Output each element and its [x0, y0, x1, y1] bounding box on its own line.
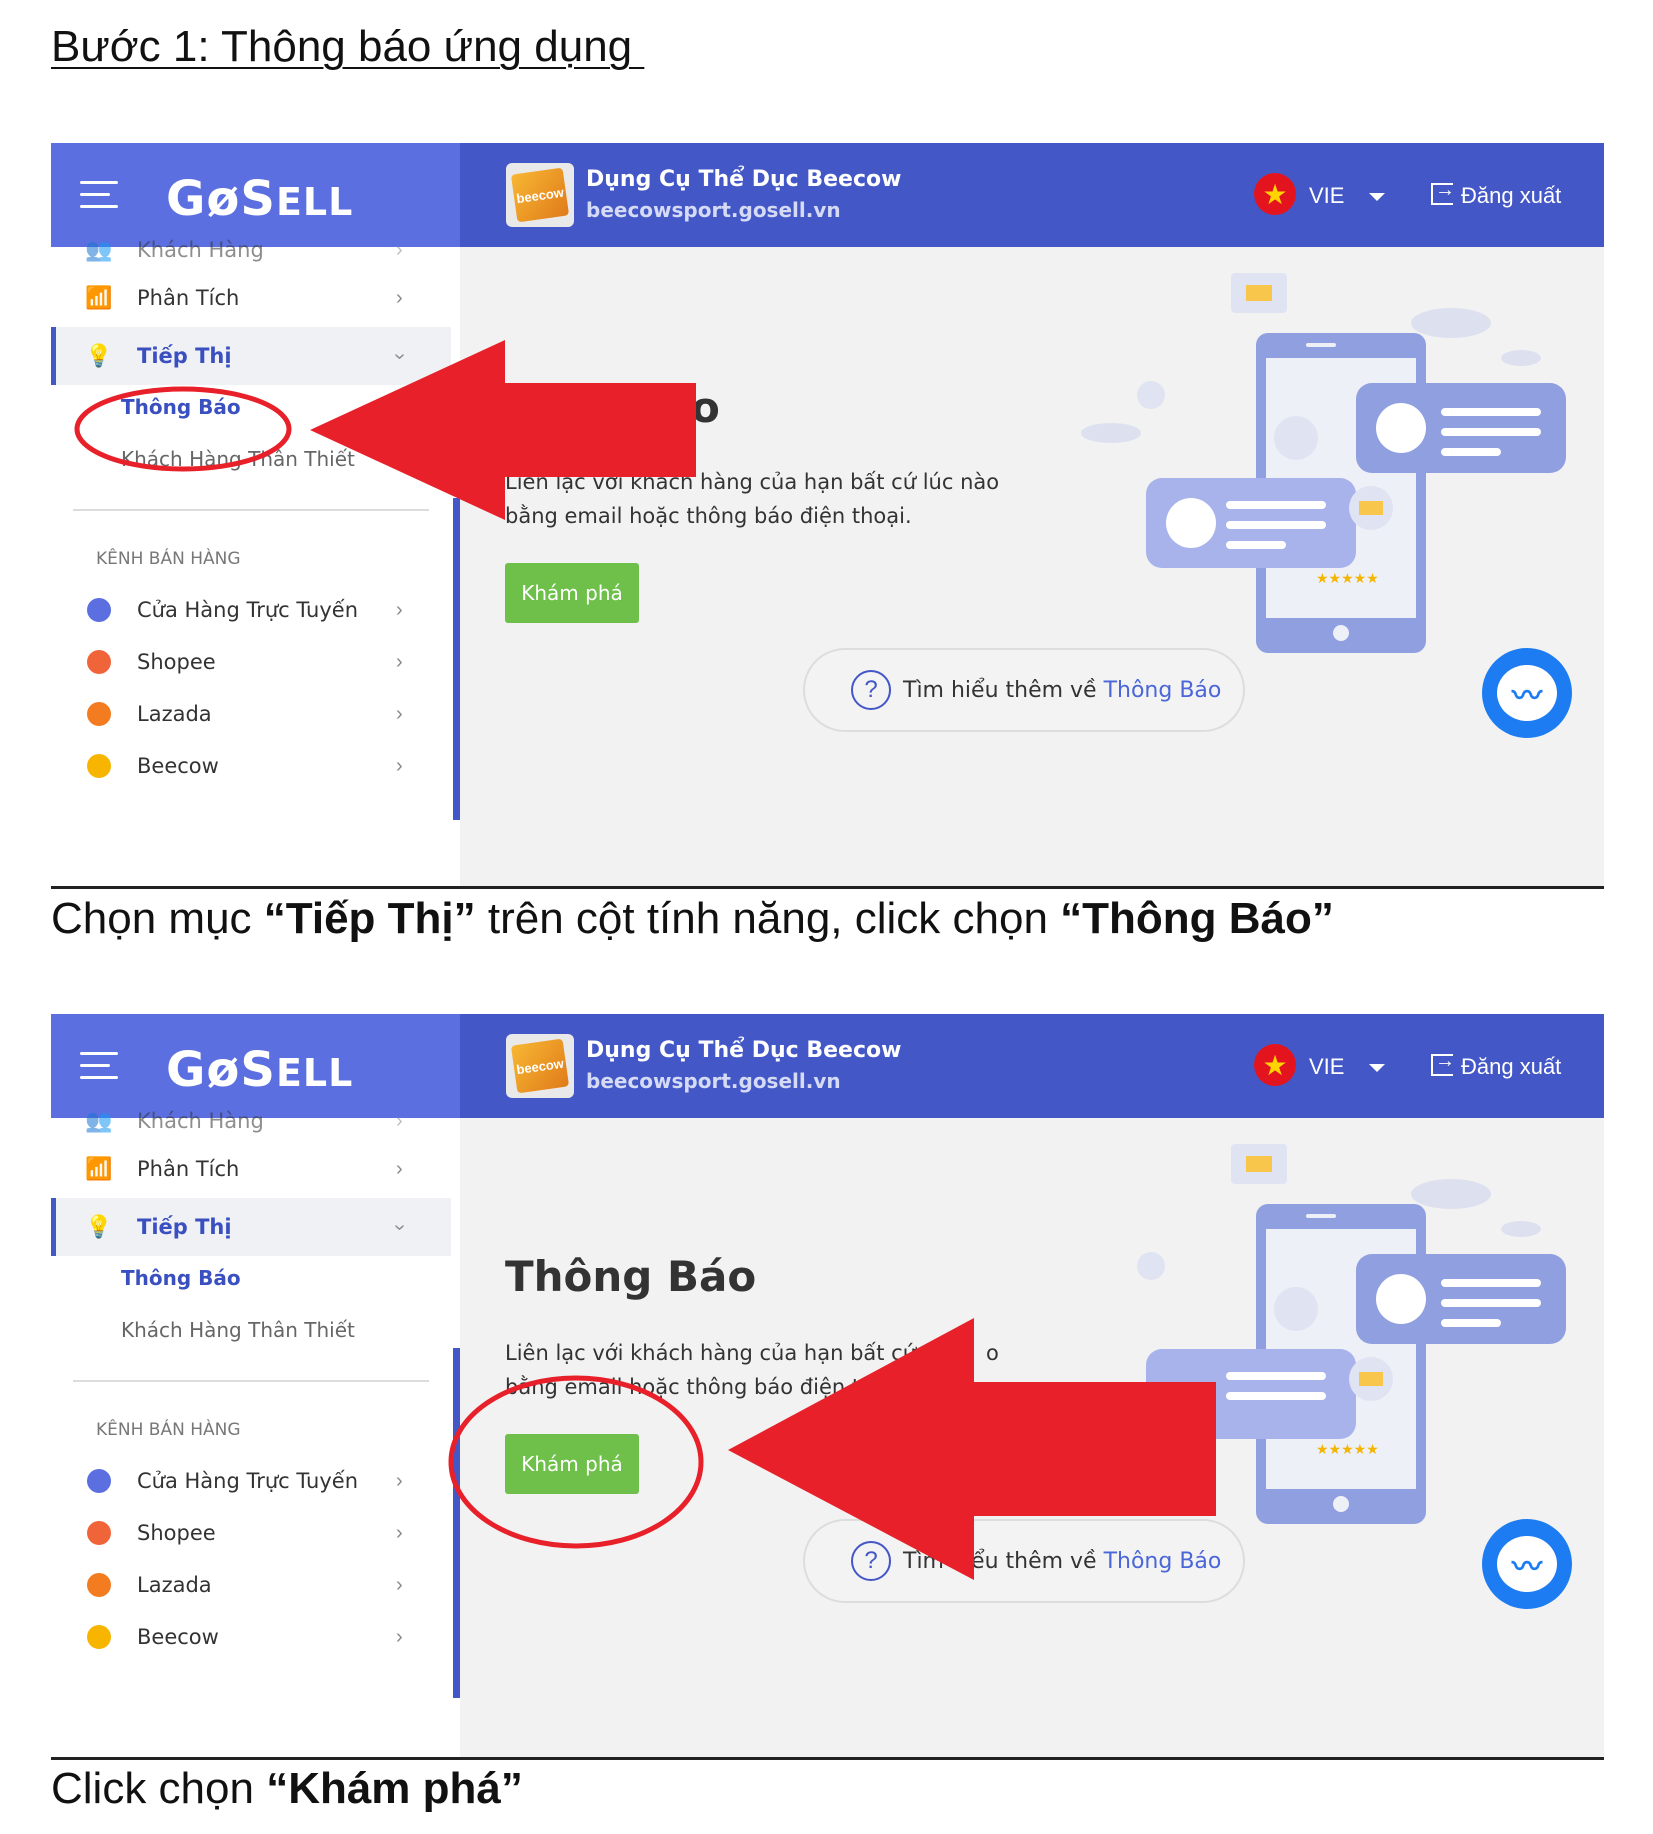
shop-logo: beecow	[506, 163, 574, 227]
chevron-right-icon: ›	[396, 754, 403, 777]
chevron-right-icon: ›	[396, 598, 403, 621]
lightbulb-icon: 💡	[85, 1214, 113, 1239]
chevron-right-icon: ›	[396, 238, 403, 261]
chevron-down-icon: ›	[388, 352, 411, 360]
lazada-icon	[85, 1571, 113, 1599]
shop-url: beecowsport.gosell.vn	[586, 198, 841, 222]
menu-icon[interactable]	[80, 181, 118, 209]
beecow-icon	[85, 752, 113, 780]
sidebar-item-analytics[interactable]: 📶 Phân Tích ›	[51, 269, 451, 327]
shop-logo: beecow	[506, 1034, 574, 1098]
logout-icon[interactable]	[1431, 179, 1455, 205]
vietnam-flag-icon[interactable]: ★	[1254, 173, 1296, 215]
messenger-icon[interactable]: 〰	[1482, 648, 1572, 738]
sidebar-scrollbar[interactable]	[453, 498, 460, 820]
caption-step-2: Click chọn “Khám phá”	[51, 1764, 523, 1813]
language-select[interactable]: VIE	[1309, 183, 1344, 209]
sidebar-item-beecow[interactable]: Beecow ›	[51, 737, 451, 795]
caption-step-1: Chọn mục “Tiếp Thị” trên cột tính năng, …	[51, 894, 1334, 943]
logout-icon[interactable]	[1431, 1050, 1455, 1076]
page-description: Liên lạc với khách hàng của hạn bất cứ o …	[505, 1341, 999, 1399]
explore-button[interactable]: Khám phá	[505, 1434, 639, 1494]
chevron-down-icon: ›	[388, 1223, 411, 1231]
lightbulb-icon: 💡	[85, 343, 113, 368]
shop-url: beecowsport.gosell.vn	[586, 1069, 841, 1093]
chevron-right-icon: ›	[396, 1109, 403, 1132]
page-title: Thông Báo	[505, 1252, 757, 1301]
svg-text:★★★★★: ★★★★★	[1316, 571, 1379, 587]
sidebar-item-shopee[interactable]: Shopee ›	[51, 1504, 451, 1562]
sidebar-divider	[73, 509, 429, 511]
learn-more-pill[interactable]: ? Tìm hiểu thêm về Thông Báo	[803, 1519, 1245, 1603]
vietnam-flag-icon[interactable]: ★	[1254, 1044, 1296, 1086]
chevron-right-icon: ›	[396, 1157, 403, 1180]
page-description: Liên lạc với khách hàng của hạn bất cứ l…	[505, 470, 1000, 528]
caret-down-icon[interactable]	[1369, 193, 1385, 201]
customers-icon: 👥	[85, 1108, 113, 1133]
learn-more-link[interactable]: Thông Báo	[1104, 678, 1222, 703]
logout-button[interactable]: Đăng xuất	[1461, 1054, 1561, 1080]
online-store-icon	[85, 596, 113, 624]
language-select[interactable]: VIE	[1309, 1054, 1344, 1080]
analytics-icon: 📶	[85, 1156, 113, 1181]
sidebar-scrollbar[interactable]	[453, 1348, 460, 1698]
question-icon: ?	[851, 670, 891, 710]
logout-button[interactable]: Đăng xuất	[1461, 183, 1561, 209]
sales-channels-heading: KÊNH BÁN HÀNG	[96, 1420, 241, 1440]
svg-text:★★★★★: ★★★★★	[1316, 1442, 1379, 1458]
sidebar-subitem-loyal-customers[interactable]: Khách Hàng Thân Thiết	[121, 447, 355, 471]
explore-button[interactable]: Khám phá	[505, 563, 639, 623]
sidebar-subitem-notifications[interactable]: Thông Báo	[121, 1266, 241, 1290]
shop-name: Dụng Cụ Thể Dục Beecow	[586, 167, 902, 192]
question-icon: ?	[851, 1541, 891, 1581]
screenshot-step-1: GøSELL beecow Dụng Cụ Thể Dục Beecow bee…	[51, 143, 1604, 889]
shop-name: Dụng Cụ Thể Dục Beecow	[586, 1038, 902, 1063]
chevron-right-icon: ›	[396, 650, 403, 673]
chevron-right-icon: ›	[396, 1573, 403, 1596]
sidebar-subitem-loyal-customers[interactable]: Khách Hàng Thân Thiết	[121, 1318, 355, 1342]
shopee-icon	[85, 648, 113, 676]
sidebar-item-online-store[interactable]: Cửa Hàng Trực Tuyến ›	[51, 581, 451, 639]
gosell-logo: GøSELL	[166, 171, 354, 227]
sidebar-item-marketing[interactable]: 💡 Tiếp Thị ›	[51, 1198, 451, 1256]
page-title-partial: o	[691, 383, 720, 432]
gosell-logo: GøSELL	[166, 1042, 354, 1098]
lazada-icon	[85, 700, 113, 728]
caret-down-icon[interactable]	[1369, 1064, 1385, 1072]
chevron-right-icon: ›	[396, 1469, 403, 1492]
sidebar-item-beecow[interactable]: Beecow ›	[51, 1608, 451, 1666]
sidebar-item-online-store[interactable]: Cửa Hàng Trực Tuyến ›	[51, 1452, 451, 1510]
messenger-icon[interactable]: 〰	[1482, 1519, 1572, 1609]
shopee-icon	[85, 1519, 113, 1547]
learn-more-pill[interactable]: ? Tìm hiểu thêm về Thông Báo	[803, 648, 1245, 732]
screenshot-step-2: GøSELL beecow Dụng Cụ Thể Dục Beecow bee…	[51, 1014, 1604, 1760]
sidebar: 👥 Khách Hàng › 📶 Phân Tích › 💡 Tiếp Thị …	[51, 237, 460, 886]
sales-channels-heading: KÊNH BÁN HÀNG	[96, 549, 241, 569]
analytics-icon: 📶	[85, 285, 113, 310]
learn-more-link[interactable]: Thông Báo	[1104, 1549, 1222, 1574]
chevron-right-icon: ›	[396, 1521, 403, 1544]
sidebar-divider	[73, 1380, 429, 1382]
chevron-right-icon: ›	[396, 286, 403, 309]
chevron-right-icon: ›	[396, 702, 403, 725]
sidebar-item-lazada[interactable]: Lazada ›	[51, 1556, 451, 1614]
sidebar-item-lazada[interactable]: Lazada ›	[51, 685, 451, 743]
online-store-icon	[85, 1467, 113, 1495]
chevron-right-icon: ›	[396, 1625, 403, 1648]
sidebar-item-analytics[interactable]: 📶 Phân Tích ›	[51, 1140, 451, 1198]
menu-icon[interactable]	[80, 1052, 118, 1080]
customers-icon: 👥	[85, 237, 113, 262]
sidebar-subitem-notifications[interactable]: Thông Báo	[121, 395, 241, 419]
document-heading: Bước 1: Thông báo ứng dụng	[51, 22, 645, 71]
sidebar: 👥 Khách Hàng › 📶 Phân Tích › 💡 Tiếp Thị …	[51, 1108, 460, 1757]
beecow-icon	[85, 1623, 113, 1651]
sidebar-item-shopee[interactable]: Shopee ›	[51, 633, 451, 691]
sidebar-item-marketing[interactable]: 💡 Tiếp Thị ›	[51, 327, 451, 385]
